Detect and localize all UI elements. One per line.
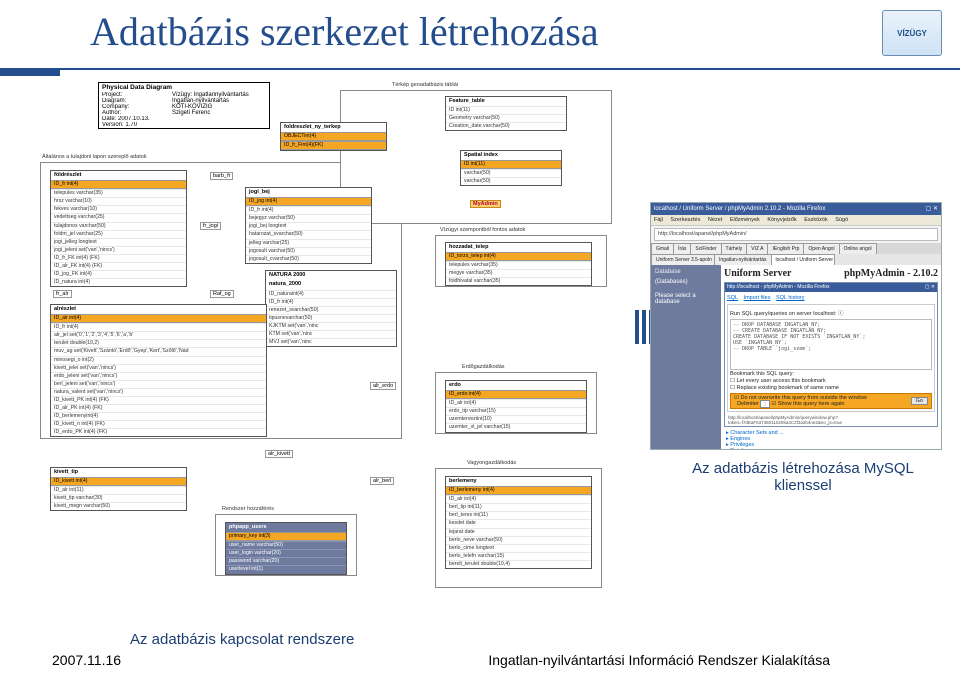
logo-badge: VÍZÜGY <box>882 10 942 56</box>
table-spatial-index: Spatial index ID int(11) varchar(50) var… <box>460 150 562 186</box>
footer-date: 2007.11.16 <box>52 652 121 668</box>
diagram-meta-header: Physical Data Diagram <box>99 83 269 92</box>
group-label-erdo: Erdőgazdálkodás <box>460 364 507 370</box>
er-diagram: Physical Data Diagram Project:Vízügy: In… <box>40 82 630 642</box>
bookmark-opt-1[interactable]: ☐ Let every user access this bookmark <box>730 378 932 384</box>
popup-status: http://localhost/apanel/phpMyAdmin/query… <box>725 414 937 426</box>
rel-raf-og: Raf_og <box>210 290 234 298</box>
brand-row: Uniform Server phpMyAdmin - 2.10.2 <box>724 268 938 279</box>
table-phpapp-users: phpapp_users primary_key int(3) user_nam… <box>225 522 347 575</box>
window-title: localhost / Uniform Server / phpMyAdmin … <box>654 203 825 215</box>
delimiter-input[interactable]: ; <box>760 400 770 408</box>
title-rule-stub <box>0 70 60 76</box>
table-alreszlet: alrészlet ID_alr int(4) ID_fr int(4) alr… <box>50 304 267 437</box>
group-label-vizugy: Vízügyi szempontból fontos adatok <box>438 227 527 233</box>
footer-text: Ingatlan-nyilvántartási Információ Rends… <box>488 652 830 668</box>
bookmark-label: Bookmark this SQL query: <box>730 371 932 377</box>
group-label-terkep: Térkép geoadatbázis táblái <box>390 82 460 88</box>
title-rule <box>0 68 960 70</box>
table-erdo: erdo ID_erdo int(4) ID_alr int(4) erdo_t… <box>445 380 587 433</box>
slide: Adatbázis szerkezet létrehozása VÍZÜGY P… <box>0 0 960 674</box>
rel-alr-kivett: alr_kivett <box>265 450 293 458</box>
sql-textarea[interactable]: -- DROP DATABASE INGATLAN_NY; -- CREATE … <box>730 319 932 370</box>
caption-er: Az adatbázis kapcsolat rendszere <box>130 631 354 648</box>
browser-menu[interactable]: Fájl Szerkesztés Nézet Előzmények Könyvj… <box>651 215 941 226</box>
go-button[interactable]: Go <box>911 397 928 405</box>
bookmark-toolbar[interactable]: Gmail Írás SciFinder Tárhely VIZ A IEngl… <box>651 243 941 254</box>
diagram-meta: Physical Data Diagram Project:Vízügy: In… <box>98 82 270 129</box>
phpmyadmin-screenshot: localhost / Uniform Server / phpMyAdmin … <box>650 202 942 450</box>
group-label-hozza: Rendszer hozzáférés <box>220 506 276 512</box>
window-titlebar: localhost / Uniform Server / phpMyAdmin … <box>651 203 941 215</box>
address-bar[interactable]: http://localhost/apanel/phpMyAdmin/ <box>654 228 938 241</box>
pma-tree[interactable]: ▸ Character Sets and ... ▸ Engines ▸ Pri… <box>724 430 938 450</box>
table-feature: Feature_table ID int(11) Geometry varcha… <box>445 96 567 131</box>
tab-import[interactable]: Import files <box>744 295 771 301</box>
browser-tabs[interactable]: Uniform Server 3.5-apoln Ingatlan-nyilvá… <box>651 254 941 265</box>
rel-fr-jogi: fr_jogi <box>200 222 221 230</box>
bookmark-opt-2[interactable]: ☐ Replace existing bookmark of same name <box>730 385 932 391</box>
table-kivett: kivett_tip ID_kivett int(4) ID_alr int(1… <box>50 467 187 511</box>
rel-fr-alr: fr_alr <box>53 290 72 298</box>
run-sql-label: Run SQL query/queries on server localhos… <box>730 309 932 317</box>
tab-history[interactable]: SQL history <box>776 295 805 301</box>
phpmyadmin-side: Database (Databases) Please select a dat… <box>651 265 721 450</box>
table-jogi-bej: jogi_bej ID_jog int(4) ID_fr int(4) beje… <box>245 187 372 264</box>
tab-sql[interactable]: SQL <box>727 295 738 301</box>
group-label-tulajdoni: Általános a tulajdoni lapon szereplő ada… <box>40 154 149 160</box>
table-hozzadat: hozzadat_telep ID_torzs_telep int(4) tel… <box>445 242 592 286</box>
table-berlemeny: berlemeny ID_berlemeny int(4) ID_alr int… <box>445 476 592 569</box>
sql-popup: http://localhost - phpMyAdmin - Mozilla … <box>724 282 938 427</box>
rel-alr-erdo: alr_erdo <box>370 382 396 390</box>
myadmin-badge: MyAdmin <box>470 200 501 208</box>
pma-tabs[interactable]: SQL Import files SQL history <box>725 295 937 301</box>
rel-barb-fr: barb_fr <box>210 172 233 180</box>
phpmyadmin-main: Uniform Server phpMyAdmin - 2.10.2 http:… <box>721 265 941 450</box>
caption-db: Az adatbázis létrehozása MySQL klienssel <box>688 460 918 494</box>
rel-alr-berl: alr_berl <box>370 477 394 485</box>
table-foldreszlet: földrészlet ID_fr int(4) telepules varch… <box>50 170 187 287</box>
sql-warn: ☑ Do not overwrite this query from outsi… <box>730 393 932 409</box>
group-label-vagyon: Vagyongazdálkodás <box>465 460 518 466</box>
window-controls[interactable]: ▢ ✕ <box>926 203 938 215</box>
table-foldreszlet-ny-terkep: foldreszlet_ny_terkep OBJECTint(4) ID_fr… <box>280 122 387 151</box>
page-title: Adatbázis szerkezet létrehozása <box>90 8 599 55</box>
table-natura: NATURA 2000 natura_2000 ID_naturaint(4) … <box>265 270 397 347</box>
